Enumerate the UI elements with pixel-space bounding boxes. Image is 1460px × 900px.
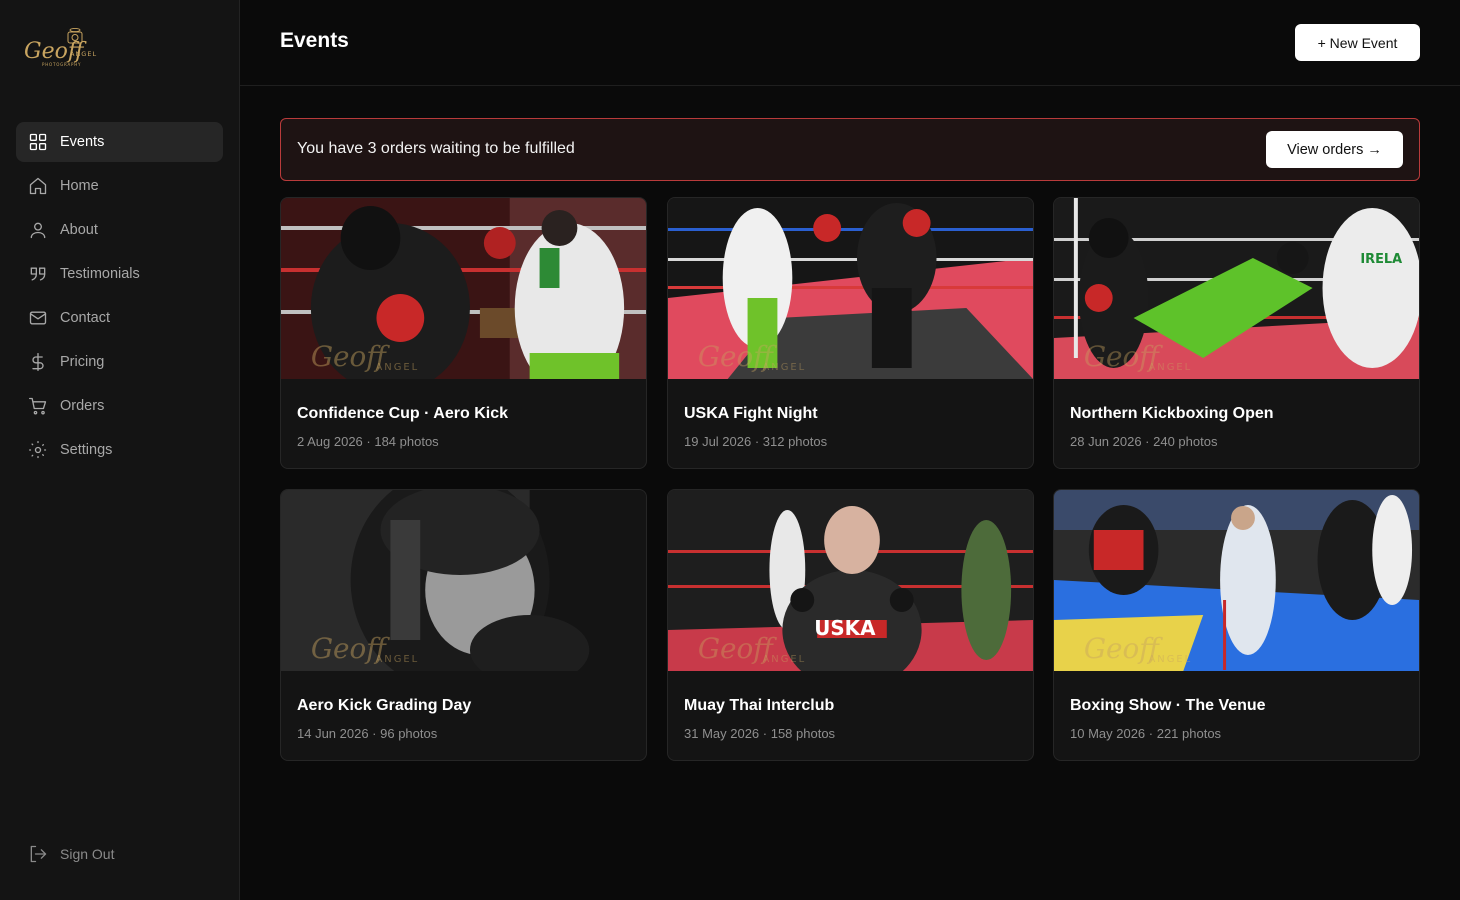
event-card[interactable]: Geoff ANGEL Aero Kick Grading Day 14 Jun… bbox=[280, 489, 647, 761]
event-meta: 14 Jun 2026 · 96 photos bbox=[297, 726, 438, 741]
event-thumbnail: USKA Geoff ANGEL bbox=[668, 490, 1033, 671]
event-meta: 31 May 2026 · 158 photos bbox=[684, 726, 836, 741]
page-header: Events + New Event bbox=[240, 0, 1460, 86]
sidebar-item-orders[interactable]: Orders bbox=[16, 386, 223, 426]
new-event-button[interactable]: + New Event bbox=[1295, 24, 1420, 61]
svg-text:ANGEL: ANGEL bbox=[375, 654, 419, 665]
sign-out-button[interactable]: Sign Out bbox=[28, 844, 114, 864]
svg-text:ANGEL: ANGEL bbox=[1148, 362, 1192, 373]
grid-icon bbox=[28, 132, 48, 152]
home-icon bbox=[28, 176, 48, 196]
sidebar-item-label: Events bbox=[60, 134, 105, 150]
event-title: Northern Kickboxing Open bbox=[1070, 405, 1274, 422]
event-thumbnail: Geoff ANGEL bbox=[281, 490, 646, 671]
event-thumbnail: Geoff ANGEL bbox=[668, 198, 1033, 379]
event-thumbnail: Geoff ANGEL bbox=[281, 198, 646, 379]
svg-text:ANGEL: ANGEL bbox=[1148, 654, 1192, 665]
sidebar-item-home[interactable]: Home bbox=[16, 166, 223, 206]
event-title: Muay Thai Interclub bbox=[684, 697, 835, 714]
svg-text:ANGEL: ANGEL bbox=[70, 50, 97, 58]
event-meta: 19 Jul 2026 · 312 photos bbox=[684, 434, 828, 449]
logout-icon bbox=[30, 845, 47, 863]
cart-icon bbox=[28, 396, 48, 416]
sidebar-item-label: Settings bbox=[60, 442, 113, 458]
event-card[interactable]: Geoff ANGEL USKA Fight Night 19 Jul 2026… bbox=[667, 197, 1034, 469]
sidebar-item-label: Pricing bbox=[60, 354, 105, 370]
sidebar-item-about[interactable]: About bbox=[16, 210, 223, 250]
event-title: Boxing Show · The Venue bbox=[1070, 697, 1266, 714]
sidebar-item-label: Orders bbox=[60, 398, 105, 414]
orders-alert-banner: You have 3 orders waiting to be fulfille… bbox=[280, 118, 1420, 181]
event-meta: 2 Aug 2026 · 184 photos bbox=[297, 434, 439, 449]
svg-text:ANGEL: ANGEL bbox=[762, 654, 806, 665]
event-thumbnail: Geoff ANGEL bbox=[1054, 490, 1419, 671]
svg-text:PHOTOGRAPHY: PHOTOGRAPHY bbox=[42, 62, 81, 67]
event-meta: 10 May 2026 · 221 photos bbox=[1070, 726, 1222, 741]
sign-out-label: Sign Out bbox=[60, 846, 115, 862]
sidebar-item-testimonials[interactable]: Testimonials bbox=[16, 254, 223, 294]
sidebar-item-label: Home bbox=[60, 178, 99, 194]
sidebar-item-label: About bbox=[60, 222, 98, 238]
event-card[interactable]: IRELA Geoff ANGEL Northern Kickboxing Op… bbox=[1053, 197, 1420, 469]
user-icon bbox=[28, 220, 48, 240]
sidebar-item-events[interactable]: Events bbox=[16, 122, 223, 162]
view-orders-button[interactable]: View orders → bbox=[1266, 131, 1403, 168]
sidebar-item-label: Contact bbox=[60, 310, 110, 326]
sidebar-item-label: Testimonials bbox=[60, 266, 140, 282]
event-card[interactable]: USKA Geoff ANGEL Muay Thai Interclub 31 … bbox=[667, 489, 1034, 761]
sidebar-item-settings[interactable]: Settings bbox=[16, 430, 223, 470]
sidebar: Geoff ANGEL PHOTOGRAPHY Events Home Abou… bbox=[0, 0, 240, 900]
sidebar-item-pricing[interactable]: Pricing bbox=[16, 342, 223, 382]
page-title: Events bbox=[280, 29, 349, 52]
event-card[interactable]: Geoff ANGEL Boxing Show · The Venue 10 M… bbox=[1053, 489, 1420, 761]
event-card[interactable]: Geoff ANGEL Confidence Cup · Aero Kick 2… bbox=[280, 197, 647, 469]
sidebar-item-contact[interactable]: Contact bbox=[16, 298, 223, 338]
svg-text:ANGEL: ANGEL bbox=[762, 362, 806, 373]
sidebar-nav: Events Home About Testimonials Contact P… bbox=[16, 122, 223, 474]
alert-message: You have 3 orders waiting to be fulfille… bbox=[297, 140, 575, 157]
dollar-icon bbox=[28, 352, 48, 372]
svg-text:IRELA: IRELA bbox=[1360, 252, 1402, 267]
svg-text:USKA: USKA bbox=[814, 616, 876, 640]
event-title: USKA Fight Night bbox=[684, 405, 818, 422]
event-title: Confidence Cup · Aero Kick bbox=[297, 405, 508, 422]
brand-logo[interactable]: Geoff ANGEL PHOTOGRAPHY bbox=[24, 26, 100, 72]
quote-icon bbox=[28, 264, 48, 284]
event-thumbnail: IRELA Geoff ANGEL bbox=[1054, 198, 1419, 379]
settings-icon bbox=[28, 440, 48, 460]
svg-text:ANGEL: ANGEL bbox=[375, 362, 419, 373]
mail-icon bbox=[28, 308, 48, 328]
event-title: Aero Kick Grading Day bbox=[297, 697, 472, 714]
event-meta: 28 Jun 2026 · 240 photos bbox=[1070, 434, 1218, 449]
